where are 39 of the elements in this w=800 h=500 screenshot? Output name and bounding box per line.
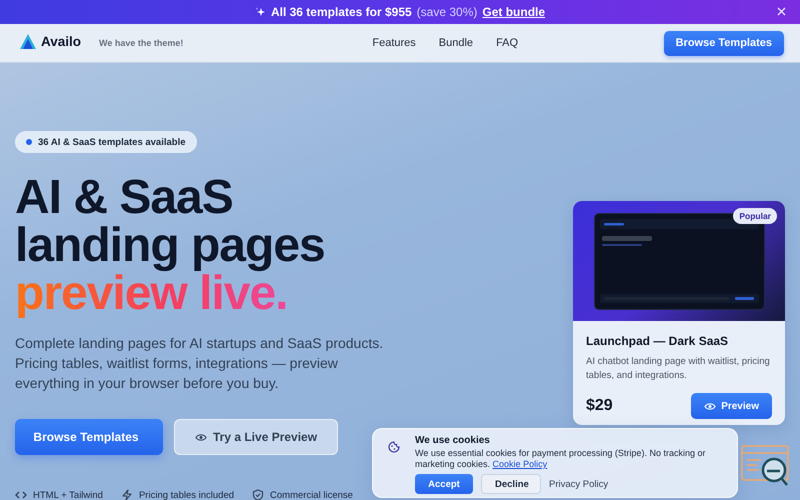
template-price: $29 [586, 397, 613, 415]
brand-name[interactable]: Availo [41, 34, 82, 48]
nav-link[interactable]: Bundle [438, 37, 474, 49]
logo-icon [20, 34, 36, 48]
bolt-icon [120, 489, 133, 500]
feature-label: HTML + Tailwind [33, 490, 103, 500]
status-dot-icon [26, 139, 32, 145]
hero-headline: AI & SaaS [15, 174, 234, 222]
bundle-link[interactable]: Get bundle [482, 5, 546, 19]
eye-icon [704, 402, 716, 410]
nav-link[interactable]: Features [372, 37, 416, 49]
cookie-icon [388, 441, 400, 453]
sparkle-icon [254, 6, 266, 18]
template-title: Launchpad — Dark SaaS [586, 334, 730, 348]
live-preview-button[interactable]: Try a Live Preview [174, 419, 338, 455]
eye-icon [195, 432, 207, 442]
accept-button[interactable]: Accept [415, 474, 473, 494]
template-description: AI chatbot landing page with waitlist, pricing tables, and integrations. [586, 355, 771, 383]
privacy-policy-link[interactable]: Privacy Policy [549, 478, 608, 490]
cookie-title: We use cookies [415, 435, 491, 446]
tagline: We have the theme! [99, 38, 184, 48]
browse-templates-button[interactable]: Browse Templates [15, 419, 163, 455]
close-icon[interactable] [777, 7, 786, 16]
savings-note: (save 30%) [416, 5, 478, 19]
cookie-message: We use essential cookies for payment processing (Stripe). No tracking or marketing cookies. Cookie Policy [415, 448, 706, 470]
cookie-policy-link[interactable]: Cookie Policy [492, 459, 548, 469]
code-icon [15, 489, 27, 500]
feature-label: Pricing tables included [138, 490, 234, 500]
hero-headline: landing pages [15, 222, 326, 270]
feature-label: Commercial license [270, 490, 353, 500]
shield-icon [252, 489, 264, 500]
preview-button[interactable]: Preview [691, 393, 772, 419]
decline-button[interactable]: Decline [481, 474, 541, 494]
browse-templates-button[interactable]: Browse Templates [664, 30, 784, 56]
announcement-text: All 36 templates for $955 [270, 5, 412, 19]
popular-badge: Popular [733, 208, 777, 224]
nav-link[interactable]: FAQ [496, 37, 518, 49]
badge-text: 36 AI & SaaS templates available [38, 136, 186, 148]
hero-description: Complete landing pages for AI startups and SaaS products. Pricing tables, waitlist forms, integrations — preview everything in your browser before you buy. [15, 334, 384, 393]
